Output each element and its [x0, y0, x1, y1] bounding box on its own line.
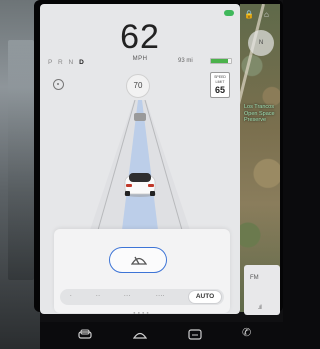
map-road: [240, 4, 265, 150]
bottom-dock: ✆: [40, 322, 283, 349]
media-card[interactable]: FM .ıl: [244, 265, 280, 315]
media-icon[interactable]: [188, 329, 202, 340]
compass-button[interactable]: N: [248, 30, 274, 56]
phone-icon[interactable]: ✆: [242, 326, 251, 339]
current-speed: 62: [120, 18, 160, 56]
own-car-icon: [124, 173, 156, 197]
driving-visualization-panel: 62 MPH P R N D 93 mi 70 SPEED LIMIT 65 .…: [40, 4, 240, 314]
speed-limit-caption: SPEED LIMIT: [214, 75, 226, 84]
lock-icon[interactable]: 🔒: [244, 10, 254, 19]
wiper-button[interactable]: [109, 247, 167, 273]
battery-fill: [211, 59, 228, 63]
page-indicator: ●●●●: [133, 310, 151, 314]
wiper-speed-3[interactable]: ...: [124, 292, 131, 298]
wiper-speed-selector: . .. ... .... AUTO: [60, 289, 224, 305]
map-place-label: Los Trancos Open Space Preserve: [244, 104, 275, 123]
wiper-speed-2[interactable]: ..: [96, 292, 101, 298]
car-icon[interactable]: [78, 329, 92, 340]
gear-selector: P R N D: [48, 59, 86, 66]
media-source-label: FM: [250, 275, 259, 281]
wiper-control-panel: . .. ... .... AUTO ●●●●: [54, 229, 230, 314]
defrost-icon[interactable]: [133, 329, 147, 340]
set-speed-badge[interactable]: 70: [126, 74, 150, 98]
battery-icon: [210, 58, 232, 64]
wiper-auto-button[interactable]: AUTO: [188, 290, 222, 304]
car-ahead-icon: [134, 113, 146, 121]
home-icon[interactable]: ⌂: [264, 10, 269, 19]
gear-d-active: D: [79, 59, 86, 66]
speed-limit-sign: SPEED LIMIT 65: [210, 72, 230, 98]
speed-limit-value: 65: [214, 85, 225, 95]
gear-p: P: [48, 59, 55, 66]
wiper-speed-4[interactable]: ....: [156, 292, 165, 298]
steering-wheel-icon: [53, 79, 64, 90]
gear-n: N: [68, 59, 76, 66]
screen: 🔒 ⌂ N Los Trancos Open Space Preserve FM…: [0, 0, 283, 349]
wiper-speed-1[interactable]: .: [70, 292, 72, 298]
signal-icon: .ıl: [258, 305, 262, 311]
connection-badge: [224, 10, 234, 16]
gear-r: R: [58, 59, 65, 66]
wiper-icon: [131, 256, 147, 265]
range-text: 93 mi: [178, 58, 193, 64]
